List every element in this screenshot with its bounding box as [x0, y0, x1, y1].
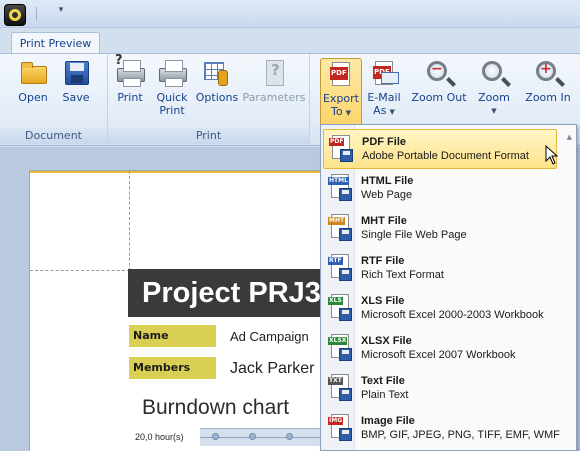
group-label-print: Print	[108, 128, 309, 144]
menu-item-rtf[interactable]: RTF RTF File Rich Text Format	[323, 249, 557, 289]
margin-guide-horizontal	[30, 270, 130, 271]
menu-item-subtitle: Rich Text Format	[361, 269, 444, 281]
menu-item-title: MHT File	[361, 215, 407, 227]
menu-item-html[interactable]: HTML HTML File Web Page	[323, 169, 557, 209]
email-dropdown-icon: ▼	[389, 108, 395, 116]
field-value-name: Ad Campaign	[230, 329, 309, 344]
email-pdf-icon	[369, 58, 399, 88]
export-dropdown-icon: ▼	[345, 109, 351, 117]
group-print: ? Print Quick Print Options Parameters P…	[108, 54, 310, 146]
xls-file-icon: XLS	[328, 294, 352, 322]
menu-scroll-up-icon[interactable]: ▲	[567, 133, 572, 141]
menu-item-pdf[interactable]: PDF PDF File Adobe Portable Document For…	[323, 129, 557, 169]
parameters-button-label: Parameters	[242, 91, 306, 104]
quick-print-label-1: Quick	[156, 91, 188, 104]
field-value-members: Jack Parker	[230, 360, 315, 377]
menu-item-image[interactable]: IMG Image File BMP, GIF, JPEG, PNG, TIFF…	[323, 409, 560, 449]
chart-point	[286, 433, 293, 440]
mht-file-icon: MHT	[328, 214, 352, 242]
save-button-label: Save	[62, 91, 90, 104]
zoom-button[interactable]: Zoom ▼	[474, 58, 514, 118]
quick-printer-icon	[157, 58, 187, 88]
menu-item-title: RTF File	[361, 255, 405, 267]
group-document: Open Save Document	[0, 54, 108, 146]
options-button[interactable]: Options	[194, 58, 240, 104]
image-file-icon: IMG	[328, 414, 352, 442]
zoom-in-icon: +	[533, 58, 563, 88]
rtf-file-icon: RTF	[328, 254, 352, 282]
customize-toolbar-dropdown[interactable]: ▾	[54, 5, 68, 19]
zoom-in-button[interactable]: + Zoom In	[522, 58, 574, 104]
page-top-edge	[30, 171, 340, 173]
export-menu: ▲ PDF PDF File Adobe Portable Document F…	[320, 124, 577, 451]
margin-guide-vertical	[129, 171, 130, 271]
chart-point	[212, 433, 219, 440]
export-label-2: To	[331, 105, 343, 118]
zoom-in-label: Zoom In	[525, 91, 571, 104]
quick-print-button[interactable]: Quick Print	[152, 58, 192, 117]
folder-icon	[18, 58, 48, 88]
menu-item-title: Text File	[361, 375, 405, 387]
menu-item-xlsx[interactable]: XLSX XLSX File Microsoft Excel 2007 Work…	[323, 329, 557, 369]
field-label-members: Members	[129, 357, 216, 379]
magnifier-icon	[479, 58, 509, 88]
chart-point	[249, 433, 256, 440]
pdf-file-icon: PDF	[329, 135, 353, 163]
tab-print-preview[interactable]: Print Preview	[11, 32, 100, 55]
menu-item-xls[interactable]: XLS XLS File Microsoft Excel 2000-2003 W…	[323, 289, 557, 329]
zoom-out-button[interactable]: − Zoom Out	[410, 58, 468, 104]
html-file-icon: HTML	[328, 174, 352, 202]
menu-item-subtitle: Adobe Portable Document Format	[362, 150, 529, 162]
text-file-icon: TXT	[328, 374, 352, 402]
email-label-1: E-Mail	[367, 91, 401, 104]
menu-item-subtitle: Web Page	[361, 189, 413, 201]
options-button-label: Options	[195, 91, 239, 104]
menu-item-mht[interactable]: MHT MHT File Single File Web Page	[323, 209, 557, 249]
menu-item-subtitle: Plain Text	[361, 389, 409, 401]
print-button[interactable]: ? Print	[112, 54, 148, 104]
group-label-document: Document	[0, 128, 107, 144]
chart-line	[200, 437, 330, 438]
menu-item-title: PDF File	[362, 136, 407, 148]
ribbon-tab-strip: Print Preview	[0, 28, 580, 55]
zoom-dropdown-icon: ▼	[491, 107, 497, 115]
pdf-export-icon	[326, 59, 356, 89]
print-button-label: Print	[117, 91, 143, 104]
save-button[interactable]: Save	[56, 58, 96, 104]
printer-icon: ?	[115, 54, 145, 88]
menu-item-title: Image File	[361, 415, 415, 427]
zoom-out-icon: −	[424, 58, 454, 88]
chart-heading: Burndown chart	[142, 396, 290, 419]
export-label-1: Export	[322, 92, 359, 105]
app-logo-icon	[9, 9, 21, 21]
menu-item-title: XLS File	[361, 295, 405, 307]
menu-item-subtitle: Microsoft Excel 2007 Workbook	[361, 349, 516, 361]
field-label-name: Name	[129, 325, 216, 347]
open-button[interactable]: Open	[12, 58, 54, 104]
export-to-button[interactable]: Export To▼	[320, 58, 362, 128]
quick-print-label-2: Print	[159, 104, 185, 117]
application-button[interactable]	[4, 4, 26, 26]
xlsx-file-icon: XLSX	[328, 334, 352, 362]
menu-item-title: HTML File	[361, 175, 414, 187]
menu-item-subtitle: Single File Web Page	[361, 229, 467, 241]
quick-access-toolbar: ▾	[0, 0, 580, 28]
zoom-label: Zoom	[478, 91, 510, 104]
menu-item-subtitle: Microsoft Excel 2000-2003 Workbook	[361, 309, 544, 321]
email-as-button[interactable]: E-Mail As▼	[364, 58, 404, 119]
parameters-button[interactable]: Parameters	[242, 58, 306, 104]
floppy-disk-icon	[61, 58, 91, 88]
email-label-2: As	[373, 104, 387, 117]
toolbar-separator	[36, 7, 37, 21]
menu-item-subtitle: BMP, GIF, JPEG, PNG, TIFF, EMF, WMF	[361, 429, 560, 441]
parameters-icon	[259, 58, 289, 88]
menu-item-text[interactable]: TXT Text File Plain Text	[323, 369, 557, 409]
menu-item-title: XLSX File	[361, 335, 412, 347]
zoom-out-label: Zoom Out	[411, 91, 467, 104]
open-button-label: Open	[18, 91, 48, 104]
options-icon	[202, 58, 232, 88]
chart-axis-value: 20,0 hour(s)	[135, 432, 184, 442]
